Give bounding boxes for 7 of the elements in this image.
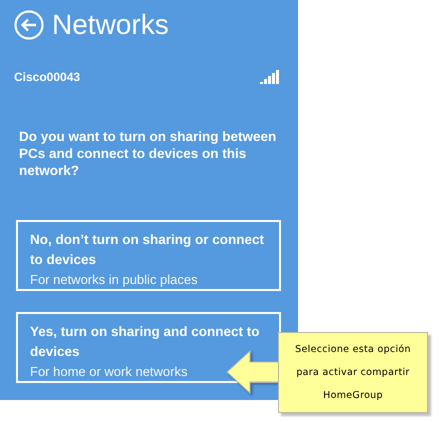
- signal-icon: [260, 70, 279, 84]
- sharing-option[interactable]: No, don’t turn on sharing or connect to devices For networks in public places: [16, 220, 281, 291]
- callout-text: Seleccione esta opción para activar compartir HomeGroup: [295, 343, 411, 403]
- network-name: Cisco00043: [14, 70, 80, 84]
- sharing-question: Do you want to turn on sharing between PCs and connect to devices on this network?: [19, 128, 278, 179]
- page-title: Networks: [52, 8, 169, 42]
- back-icon[interactable]: [14, 10, 44, 40]
